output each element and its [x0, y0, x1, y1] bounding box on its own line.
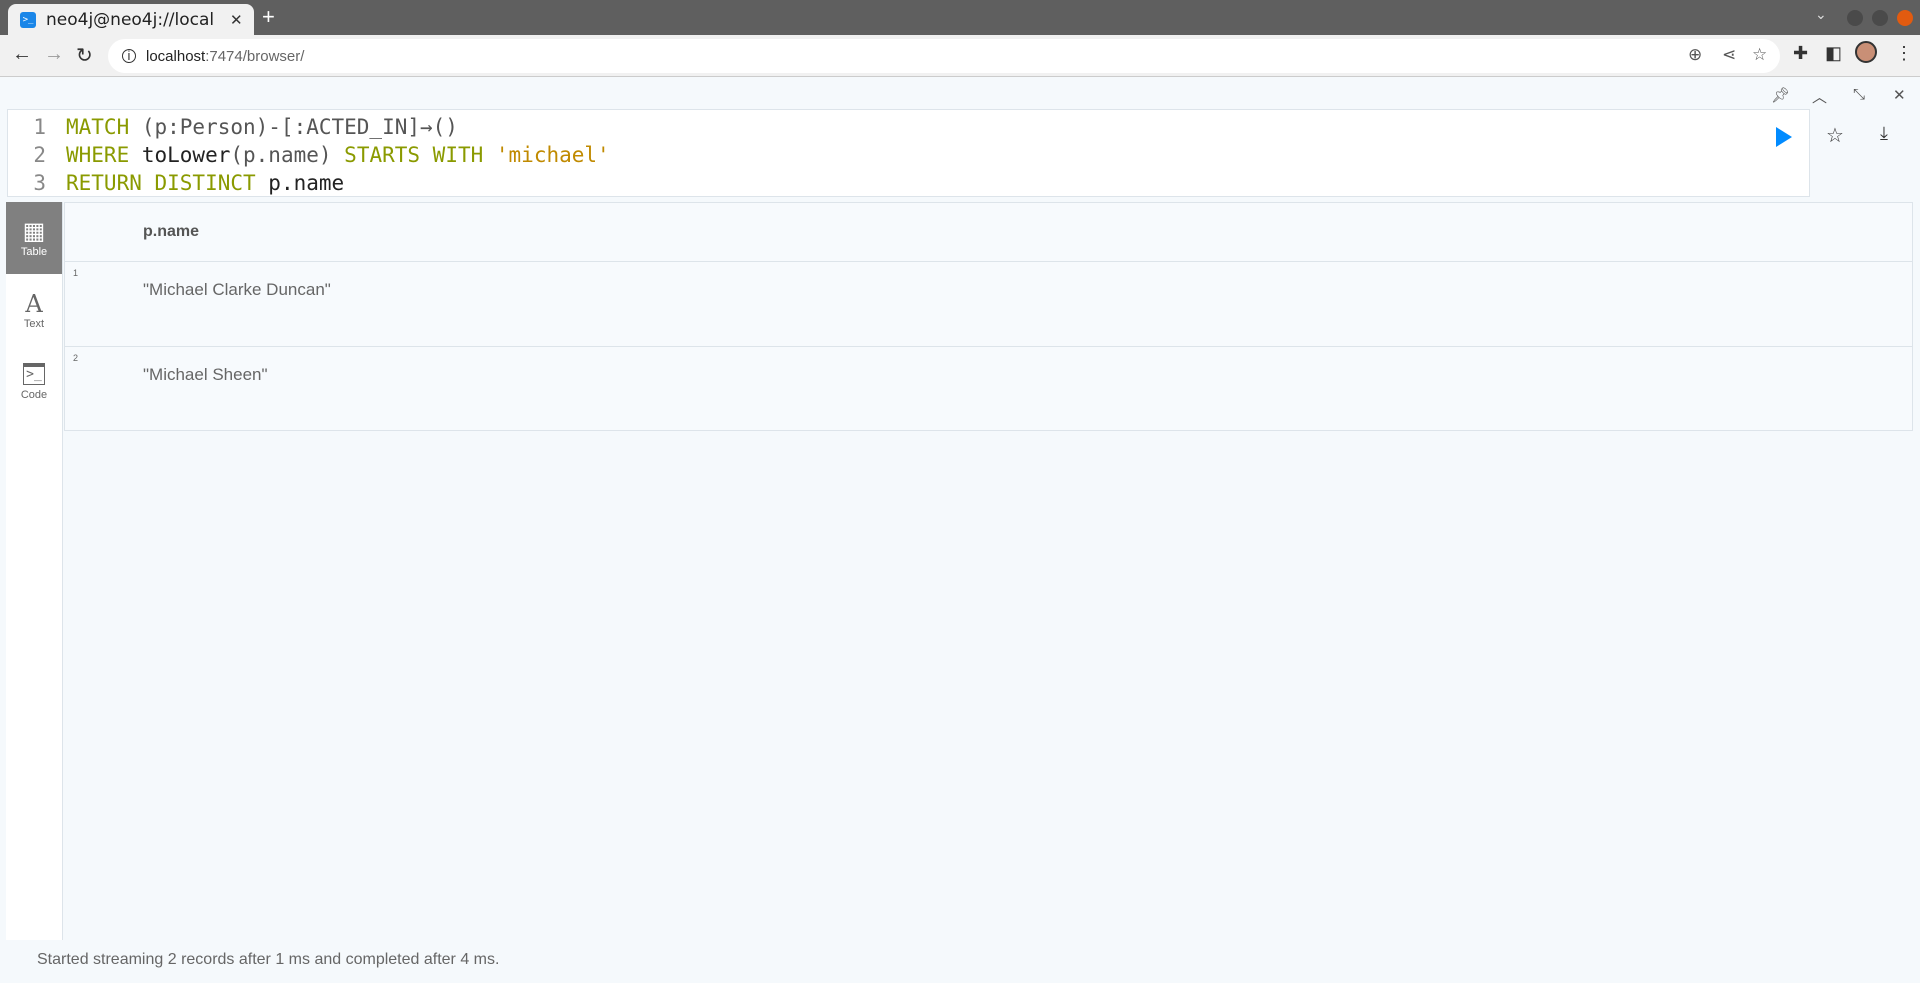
url-text: localhost:7474/browser/ — [146, 48, 304, 65]
text-icon: A — [25, 290, 43, 318]
side-panel-icon[interactable]: ◧ — [1825, 43, 1842, 64]
reload-icon[interactable]: ↻ — [76, 43, 93, 68]
table-icon: ▦ — [22, 218, 46, 245]
minimize-button[interactable] — [1847, 10, 1863, 26]
address-bar[interactable]: i localhost:7474/browser/ ⊕ ⋖ ☆ — [108, 39, 1780, 73]
line-number: 3 — [33, 171, 46, 195]
site-info-icon[interactable]: i — [122, 49, 136, 63]
table-row: 2 "Michael Sheen" — [65, 347, 1912, 432]
code-token: STARTS WITH — [344, 143, 496, 167]
code-token: p.name — [268, 171, 345, 195]
bookmark-star-icon[interactable]: ☆ — [1752, 45, 1767, 65]
new-tab-button[interactable]: + — [262, 4, 275, 30]
forward-icon[interactable]: → — [44, 43, 64, 66]
close-frame-icon[interactable]: ✕ — [1893, 86, 1906, 104]
view-label: Text — [23, 318, 45, 330]
code-icon: >_ — [23, 363, 45, 385]
download-icon[interactable]: ⤓ — [1880, 123, 1888, 144]
code-token: MATCH — [66, 115, 142, 139]
run-query-button[interactable] — [1776, 127, 1792, 147]
url-path: :7474/browser/ — [205, 47, 305, 65]
fullscreen-icon[interactable]: ⤡ — [1853, 86, 1865, 103]
menu-icon[interactable]: ⋮ — [1895, 43, 1913, 64]
pin-icon[interactable]: 📌︎ — [1771, 86, 1790, 104]
profile-avatar[interactable] — [1855, 41, 1877, 63]
table-cell: "Michael Clarke Duncan" — [143, 280, 331, 299]
view-table-button[interactable]: ▦ Table — [6, 202, 62, 274]
view-label: Table — [20, 246, 48, 258]
zoom-icon[interactable]: ⊕ — [1688, 45, 1702, 65]
tab-search-icon[interactable]: ⌄ — [1815, 6, 1827, 23]
code-line: 3 RETURN DISTINCT p.name — [8, 169, 1809, 197]
table-row: 1 "Michael Clarke Duncan" — [65, 262, 1912, 347]
row-number: 2 — [73, 353, 79, 363]
table-cell: "Michael Sheen" — [143, 365, 268, 384]
view-text-button[interactable]: A Text — [6, 274, 62, 346]
collapse-icon[interactable]: ︿ — [1812, 86, 1827, 107]
neo4j-favicon-icon: >_ — [20, 11, 36, 28]
code-token: (p.name) — [230, 143, 345, 167]
code-token: WHERE — [66, 143, 142, 167]
back-icon[interactable]: ← — [12, 43, 32, 66]
browser-toolbar: ← → ↻ i localhost:7474/browser/ ⊕ ⋖ ☆ ✚ … — [0, 35, 1920, 77]
extensions-icon[interactable]: ✚ — [1793, 43, 1808, 64]
close-window-button[interactable] — [1897, 10, 1913, 26]
browser-tab-bar: >_ neo4j@neo4j://local ✕ + ⌄ — [0, 0, 1920, 35]
view-code-button[interactable]: >_ Code — [6, 346, 62, 418]
favorite-star-icon[interactable]: ☆ — [1826, 123, 1844, 148]
column-header: p.name — [65, 203, 1912, 262]
result-table: p.name 1 "Michael Clarke Duncan" 2 "Mich… — [64, 202, 1913, 431]
url-host: localhost — [146, 47, 206, 65]
view-switcher: ▦ Table A Text >_ Code — [6, 202, 63, 940]
line-number: 1 — [33, 115, 46, 139]
code-token: RETURN DISTINCT — [66, 171, 269, 195]
maximize-button[interactable] — [1872, 10, 1888, 26]
code-line: 1 MATCH (p:Person)-[:ACTED_IN]→() — [8, 113, 1809, 141]
tab-close-icon[interactable]: ✕ — [230, 11, 243, 29]
code-line: 2 WHERE toLower(p.name) STARTS WITH 'mich… — [8, 141, 1809, 169]
cypher-editor[interactable]: 1 MATCH (p:Person)-[:ACTED_IN]→() 2 WHERE t… — [7, 109, 1810, 197]
share-icon[interactable]: ⋖ — [1722, 45, 1736, 65]
line-number: 2 — [33, 143, 46, 167]
tab-title: neo4j@neo4j://local — [46, 9, 215, 30]
row-number: 1 — [73, 268, 79, 278]
view-label: Code — [20, 389, 48, 401]
code-token: (p:Person)-[:ACTED_IN]→() — [141, 115, 458, 139]
code-token: 'michael' — [495, 143, 610, 167]
code-token: toLower — [141, 143, 231, 167]
status-bar: Started streaming 2 records after 1 ms a… — [37, 951, 500, 968]
browser-tab[interactable]: >_ neo4j@neo4j://local ✕ — [8, 4, 254, 35]
